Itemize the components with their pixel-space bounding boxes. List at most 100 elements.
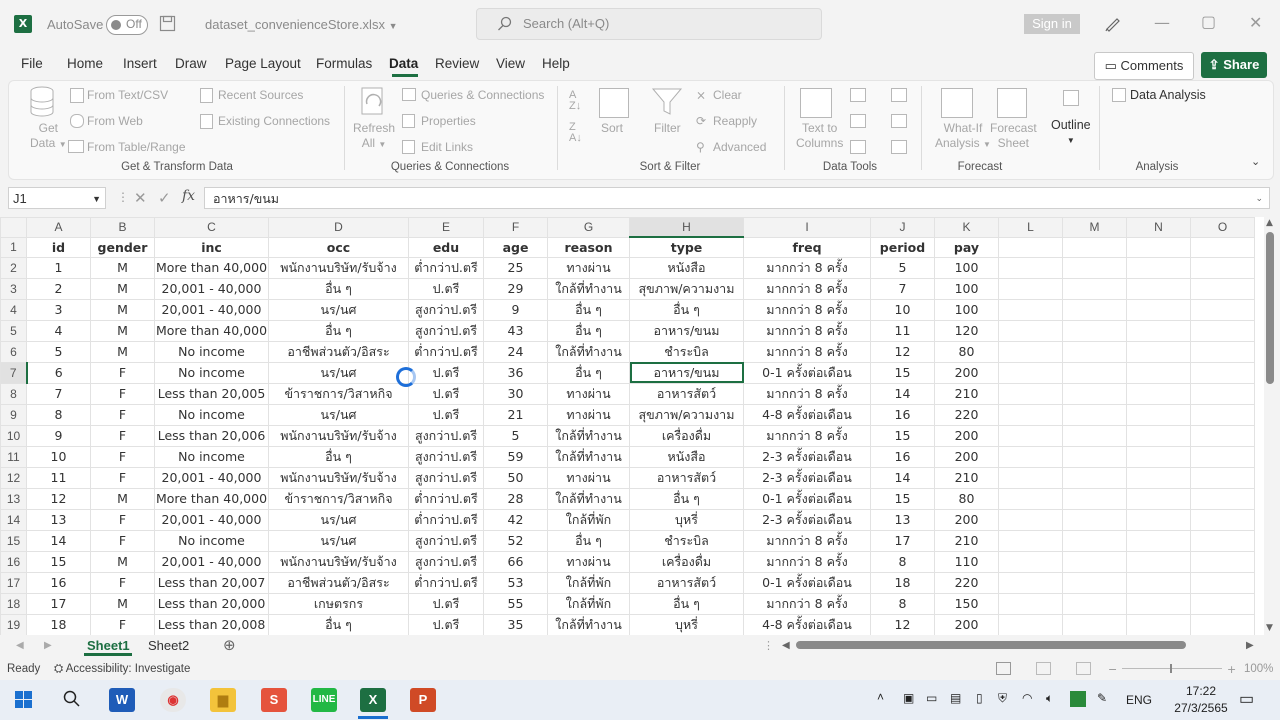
empty-cell[interactable]	[998, 256, 1063, 279]
header-cell[interactable]: age	[483, 236, 548, 258]
cancel-icon[interactable]: ✕	[134, 189, 147, 207]
table-cell[interactable]: M	[90, 319, 155, 342]
table-cell[interactable]: 220	[934, 571, 999, 594]
table-cell[interactable]: มากกว่า 8 ครั้ง	[743, 382, 871, 405]
table-cell[interactable]: F	[90, 529, 155, 552]
advanced-button[interactable]: Advanced	[713, 140, 766, 154]
table-cell[interactable]: อื่น ๆ	[629, 298, 744, 321]
table-cell[interactable]: มากกว่า 8 ครั้ง	[743, 340, 871, 363]
empty-cell[interactable]	[1126, 424, 1191, 447]
table-cell[interactable]: 9	[483, 298, 548, 321]
table-cell[interactable]: ทางผ่าน	[547, 466, 630, 489]
table-cell[interactable]: อื่น ๆ	[629, 487, 744, 510]
from-text-csv-button[interactable]: From Text/CSV	[87, 88, 168, 102]
table-cell[interactable]: 28	[483, 487, 548, 510]
row-header[interactable]: 9	[0, 403, 27, 426]
row-header[interactable]: 16	[0, 550, 27, 573]
table-cell[interactable]: 2-3 ครั้งต่อเดือน	[743, 466, 871, 489]
menu-insert[interactable]: Insert	[123, 56, 157, 71]
menu-home[interactable]: Home	[67, 56, 103, 71]
empty-cell[interactable]	[1126, 277, 1191, 300]
table-cell[interactable]: มากกว่า 8 ครั้ง	[743, 550, 871, 573]
table-cell[interactable]: M	[90, 340, 155, 363]
column-header-f[interactable]: F	[483, 217, 548, 238]
empty-cell[interactable]	[1190, 466, 1255, 489]
table-cell[interactable]: 11	[870, 319, 935, 342]
empty-cell[interactable]	[998, 613, 1063, 635]
menu-formulas[interactable]: Formulas	[316, 56, 372, 71]
table-cell[interactable]: 20,001 - 40,000	[154, 550, 269, 573]
zoom-level[interactable]: 100%	[1244, 663, 1273, 675]
table-cell[interactable]: ใกล้ที่ทำงาน	[547, 340, 630, 363]
table-cell[interactable]: ใกล้ที่ทำงาน	[547, 277, 630, 300]
comments-button[interactable]: ▭ Comments	[1094, 52, 1194, 80]
table-cell[interactable]: หนังสือ	[629, 445, 744, 468]
table-cell[interactable]: ข้าราชการ/วิสาหกิจ	[268, 487, 409, 510]
table-cell[interactable]: ข้าราชการ/วิสาหกิจ	[268, 382, 409, 405]
table-cell[interactable]: 18	[870, 571, 935, 594]
table-cell[interactable]: สูงกว่าป.ตรี	[408, 298, 484, 321]
row-header[interactable]: 10	[0, 424, 27, 447]
empty-cell[interactable]	[1062, 487, 1127, 510]
empty-cell[interactable]	[998, 236, 1063, 258]
splitter-icon[interactable]: ⋮	[763, 639, 774, 652]
empty-cell[interactable]	[1062, 382, 1127, 405]
table-cell[interactable]: 100	[934, 256, 999, 279]
close-icon[interactable]: ✕	[1249, 13, 1262, 32]
table-cell[interactable]: ป.ตรี	[408, 403, 484, 426]
table-cell[interactable]: 15	[26, 550, 91, 573]
table-cell[interactable]: ต่ำกว่าป.ตรี	[408, 508, 484, 531]
table-cell[interactable]: อื่น ๆ	[268, 613, 409, 635]
table-cell[interactable]: 9	[26, 424, 91, 447]
table-cell[interactable]: 3	[26, 298, 91, 321]
table-cell[interactable]: ใกล้ที่พัก	[547, 571, 630, 594]
empty-cell[interactable]	[998, 445, 1063, 468]
table-cell[interactable]: อื่น ๆ	[629, 592, 744, 615]
table-cell[interactable]: 20,001 - 40,000	[154, 277, 269, 300]
table-cell[interactable]: 5	[26, 340, 91, 363]
table-cell[interactable]: 4	[26, 319, 91, 342]
table-cell[interactable]: 0-1 ครั้งต่อเดือน	[743, 571, 871, 594]
menu-review[interactable]: Review	[435, 56, 479, 71]
empty-cell[interactable]	[1190, 445, 1255, 468]
table-cell[interactable]: อาหารสัตว์	[629, 571, 744, 594]
table-cell[interactable]: ป.ตรี	[408, 361, 484, 384]
table-cell[interactable]: 2	[26, 277, 91, 300]
table-cell[interactable]: ชำระบิล	[629, 340, 744, 363]
table-cell[interactable]: 120	[934, 319, 999, 342]
language-indicator[interactable]: ENG	[1126, 693, 1152, 707]
table-cell[interactable]: มากกว่า 8 ครั้ง	[743, 529, 871, 552]
empty-cell[interactable]	[1126, 403, 1191, 426]
empty-cell[interactable]	[1126, 361, 1191, 384]
sign-in-button[interactable]: Sign in	[1024, 14, 1080, 34]
table-cell[interactable]: 5	[483, 424, 548, 447]
table-cell[interactable]: เครื่องดื่ม	[629, 424, 744, 447]
row-header[interactable]: 13	[0, 487, 27, 510]
autosave-toggle[interactable]: Off	[106, 15, 148, 35]
table-cell[interactable]: M	[90, 256, 155, 279]
table-cell[interactable]: 30	[483, 382, 548, 405]
menu-draw[interactable]: Draw	[175, 56, 207, 71]
empty-cell[interactable]	[1126, 487, 1191, 510]
sheet-tab-sheet1[interactable]: Sheet1	[87, 638, 130, 653]
table-cell[interactable]: 110	[934, 550, 999, 573]
clear-button[interactable]: Clear	[713, 88, 742, 102]
table-cell[interactable]: F	[90, 403, 155, 426]
empty-cell[interactable]	[1126, 529, 1191, 552]
table-cell[interactable]: บุหรี่	[629, 613, 744, 635]
wifi-icon[interactable]: ◠	[1022, 691, 1032, 705]
refresh-all-button[interactable]: Refresh All ▼	[353, 121, 395, 152]
table-cell[interactable]: 50	[483, 466, 548, 489]
name-box[interactable]: J1 ▼	[8, 187, 106, 209]
empty-cell[interactable]	[1126, 298, 1191, 321]
table-cell[interactable]: 20,001 - 40,000	[154, 508, 269, 531]
table-cell[interactable]: 7	[26, 382, 91, 405]
table-cell[interactable]: ป.ตรี	[408, 382, 484, 405]
powerpoint-app-icon[interactable]: P	[410, 688, 436, 712]
empty-cell[interactable]	[1062, 298, 1127, 321]
table-cell[interactable]: 15	[870, 424, 935, 447]
table-cell[interactable]: 11	[26, 466, 91, 489]
empty-cell[interactable]	[1062, 550, 1127, 573]
table-cell[interactable]: 16	[870, 445, 935, 468]
header-cell[interactable]: inc	[154, 236, 269, 258]
